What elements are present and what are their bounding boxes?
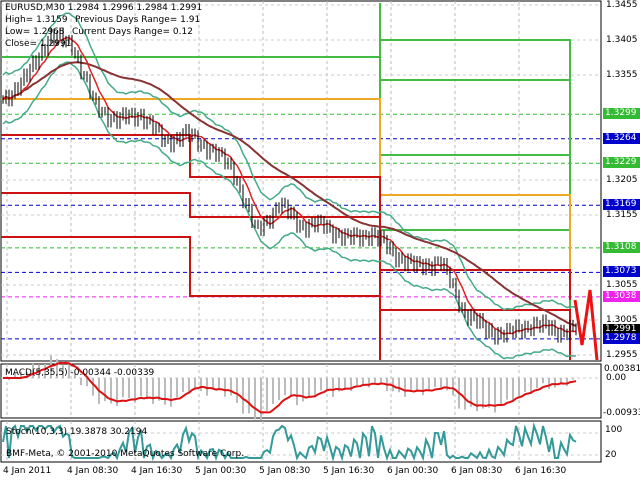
price-tick: 1.3405 [606,35,638,45]
time-tick: 6 Jan 00:30 [387,466,439,476]
price-tick: 1.3055 [606,280,638,290]
main-panel [0,0,602,362]
macd-zero: 0.00 [606,373,627,383]
current-range-label: Current Days Range= 0.12 [72,27,193,37]
price-level-badge: 1.3264 [603,132,640,144]
macd-label: MACD(5,35,5) -0.00344 -0.00339 [5,368,155,378]
time-tick: 4 Jan 08:30 [67,466,119,476]
price-level-badge: 1.3038 [603,290,640,302]
prev-range-label: Previous Days Range= 1.91 [75,15,201,25]
time-tick: 5 Jan 08:30 [259,466,311,476]
price-tick: 1.3205 [606,175,638,185]
close-label: Close= 1.2991 [5,39,72,49]
stoch-100: 100 [605,425,623,435]
time-tick: 5 Jan 16:30 [323,466,375,476]
price-level-badge: 1.3108 [603,241,640,253]
time-tick: 6 Jan 08:30 [451,466,503,476]
price-chart[interactable] [0,0,640,480]
time-tick: 5 Jan 00:30 [195,466,247,476]
price-level-badge: 1.3169 [603,199,640,211]
stoch-label: Stoch(10,3,3) 19.3878 30.2194 [6,427,148,437]
price-level-badge: 1.3073 [603,266,640,278]
time-tick: 4 Jan 16:30 [131,466,183,476]
time-tick: 6 Jan 16:30 [515,466,567,476]
price-level-badge: 1.2978 [603,332,640,344]
symbol-ohlc: EURUSD,M30 1.2984 1.2996 1.2984 1.2991 [5,3,203,13]
time-tick: 4 Jan 2011 [3,466,52,476]
copyright-label: BMF-Meta, © 2001-2010 MetaQuotes Softwar… [6,449,245,459]
price-tick: 1.3355 [606,70,638,80]
price-level-badge: 1.3299 [603,108,640,120]
macd-min: -0.00933 [603,408,640,418]
price-level-badge: 1.3229 [603,157,640,169]
low-label: Low= 1.2968 [5,27,65,37]
price-tick: 1.2955 [606,350,638,360]
price-tick: 1.3155 [606,210,638,220]
price-tick: 1.3455 [606,0,638,10]
high-label: High= 1.3159 [5,15,68,25]
stoch-20: 20 [605,450,617,460]
